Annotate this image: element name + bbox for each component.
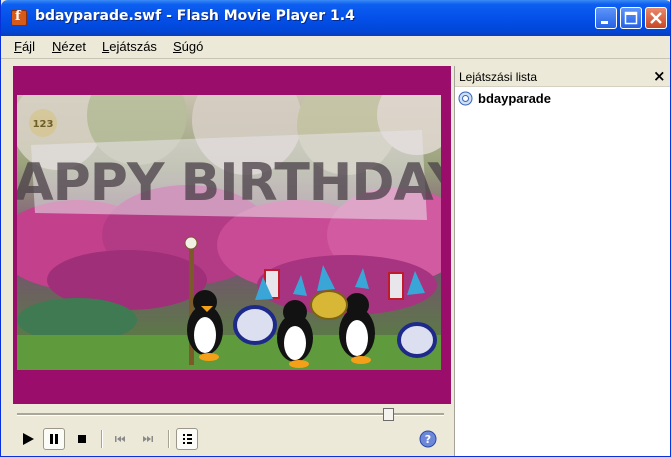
minimize-icon <box>601 21 608 24</box>
playlist-title: Lejátszási lista <box>459 70 538 84</box>
playlist-close-button[interactable]: × <box>653 67 666 85</box>
close-icon <box>650 12 662 24</box>
window-title: bdayparade.swf - Flash Movie Player 1.4 <box>35 8 355 24</box>
logo-text: 123 <box>33 119 54 130</box>
playback-controls: ? <box>13 426 451 456</box>
movie-frame[interactable]: HAPPY BIRTHDAY! 123 <box>13 66 451 404</box>
app-window: bdayparade.swf - Flash Movie Player 1.4 … <box>0 0 671 457</box>
seek-thumb[interactable] <box>383 408 394 421</box>
next-icon <box>143 436 153 442</box>
previous-icon <box>115 436 125 442</box>
app-icon[interactable] <box>11 9 27 26</box>
maximize-button[interactable] <box>620 7 642 29</box>
maximize-icon <box>624 11 638 25</box>
close-button[interactable] <box>645 7 667 29</box>
playlist-panel: Lejátszási lista × bdayparade <box>454 66 670 456</box>
previous-button[interactable] <box>109 428 131 450</box>
menu-bar: Fájl Nézet Lejátszás Súgó <box>1 36 670 59</box>
banner-text: HAPPY BIRTHDAY! <box>17 153 441 213</box>
toolbar-separator <box>101 430 103 448</box>
seek-track[interactable] <box>17 413 444 416</box>
playlist-item-label: bdayparade <box>478 91 551 106</box>
help-button[interactable]: ? <box>417 428 439 450</box>
pause-button[interactable] <box>43 428 65 450</box>
playlist-icon <box>183 434 192 444</box>
play-button[interactable] <box>17 428 39 450</box>
pause-icon <box>50 434 58 444</box>
playlist-header: Lejátszási lista × <box>455 66 670 87</box>
next-button[interactable] <box>137 428 159 450</box>
playlist-toggle-button[interactable] <box>176 428 198 450</box>
menu-playback[interactable]: Lejátszás <box>102 39 157 54</box>
stop-icon <box>78 435 86 443</box>
seek-bar[interactable] <box>17 408 444 421</box>
svg-text:?: ? <box>425 433 431 446</box>
title-bar[interactable]: bdayparade.swf - Flash Movie Player 1.4 <box>1 0 670 36</box>
toolbar-separator <box>168 430 170 448</box>
help-icon: ? <box>419 430 437 448</box>
playlist-item[interactable]: bdayparade <box>458 91 658 107</box>
movie-scene[interactable]: HAPPY BIRTHDAY! 123 <box>17 95 441 370</box>
movie-scene-image: HAPPY BIRTHDAY! 123 <box>17 95 441 370</box>
menu-view[interactable]: Nézet <box>52 39 86 54</box>
flash-file-icon <box>458 91 473 106</box>
menu-file[interactable]: Fájl <box>14 39 35 54</box>
minimize-button[interactable] <box>595 7 617 29</box>
menu-help[interactable]: Súgó <box>173 39 203 54</box>
play-icon <box>23 433 34 445</box>
stop-button[interactable] <box>71 428 93 450</box>
